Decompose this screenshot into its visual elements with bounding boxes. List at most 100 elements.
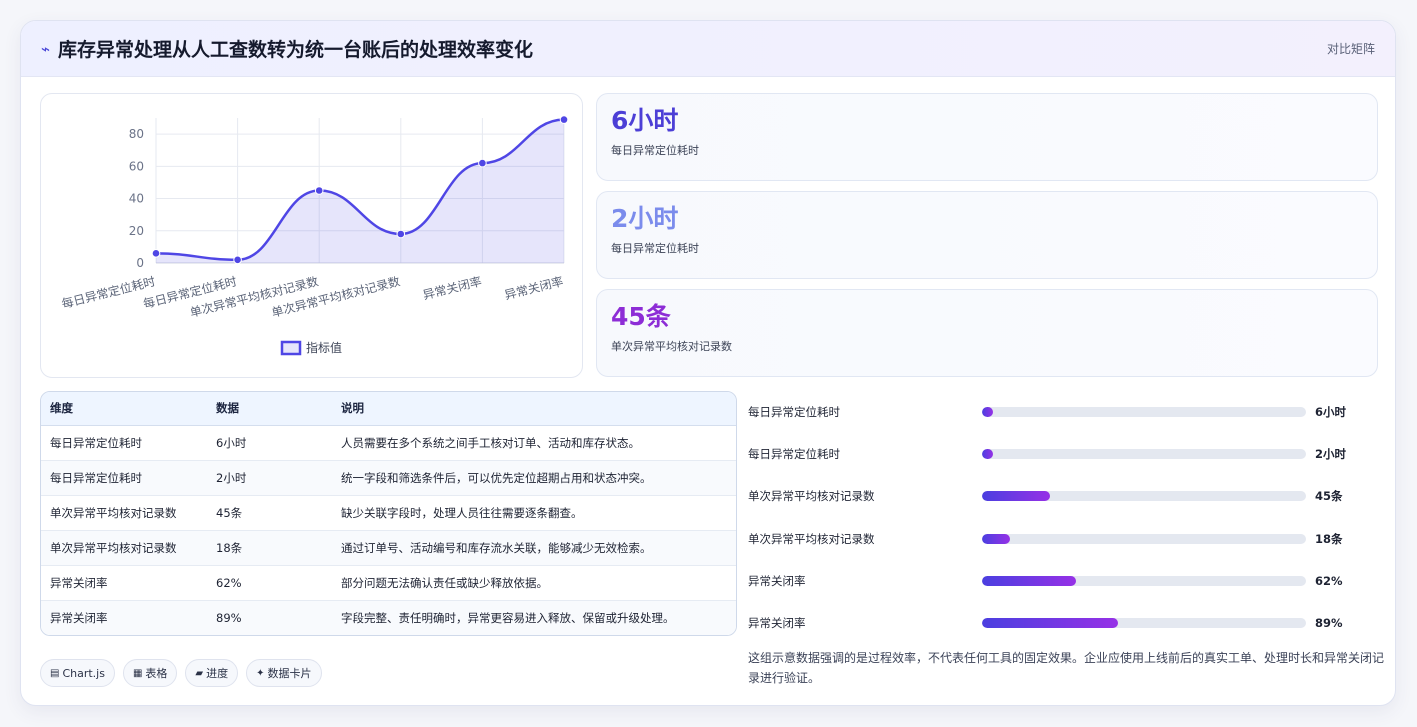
table-cell: 单次异常平均核对记录数 <box>41 495 207 531</box>
progress-row: 每日异常定位耗时 2小时 <box>748 433 1388 475</box>
page-title: 库存异常处理从人工查数转为统一台账后的处理效率变化 <box>58 39 534 61</box>
chip-label: Chart.js <box>62 666 105 680</box>
y-tick-label: 20 <box>129 224 144 238</box>
chip-label: 进度 <box>206 667 229 680</box>
data-point <box>314 186 324 195</box>
table-cell: 字段完整、责任明确时，异常更容易进入释放、保留或升级处理。 <box>332 600 736 635</box>
table-cell: 18条 <box>207 530 332 566</box>
table-cell: 45条 <box>207 495 332 531</box>
progress-value: 45条 <box>1315 489 1343 504</box>
y-tick-label: 40 <box>129 192 144 206</box>
table-cell: 统一字段和筛选条件后，可以优先定位超期占用和状态冲突。 <box>332 460 736 496</box>
data-point <box>559 115 569 124</box>
progress-track <box>982 407 1306 418</box>
column-header: 维度 <box>41 392 207 426</box>
progress-label: 单次异常平均核对记录数 <box>748 489 875 504</box>
progress-row: 异常关闭率 62% <box>748 560 1388 602</box>
table-row: 异常关闭率 62% 部分问题无法确认责任或缺少释放依据。 <box>41 565 736 601</box>
progress-row: 单次异常平均核对记录数 45条 <box>748 475 1388 517</box>
progress-track <box>982 491 1306 502</box>
progress-row: 单次异常平均核对记录数 18条 <box>748 518 1388 560</box>
table-cell: 每日异常定位耗时 <box>41 460 207 496</box>
progress-track <box>982 575 1306 586</box>
progress-track <box>982 618 1306 629</box>
x-tick-label: 每日异常定位耗时 <box>60 273 157 311</box>
progress-fill <box>982 407 994 418</box>
chip-label: 数据卡片 <box>267 667 312 680</box>
progress-value: 2小时 <box>1315 447 1347 462</box>
progress-fill <box>982 449 994 460</box>
column-header: 数据 <box>207 392 332 426</box>
kpi-card: 6小时 每日异常定位耗时 <box>596 93 1378 181</box>
progress-value: 62% <box>1315 573 1343 588</box>
progress-row: 每日异常定位耗时 6小时 <box>748 391 1388 433</box>
legend-swatch <box>280 340 302 356</box>
data-point <box>478 158 487 168</box>
progress-value: 6小时 <box>1315 405 1347 420</box>
progress-value: 89% <box>1315 616 1343 631</box>
progress-label: 每日异常定位耗时 <box>748 405 840 420</box>
kpi-label: 每日异常定位耗时 <box>611 144 699 157</box>
panel-header: ⌁ 库存异常处理从人工查数转为统一台账后的处理效率变化 对比矩阵 <box>21 21 1395 77</box>
kpi-label: 每日异常定位耗时 <box>611 242 699 255</box>
chart-icon: ▤ <box>50 667 60 679</box>
table-cell: 单次异常平均核对记录数 <box>41 530 207 566</box>
trend-icon: ⌁ <box>41 39 51 58</box>
chip-data-card[interactable]: ✦ 数据卡片 <box>246 659 322 687</box>
x-tick-label: 异常关闭率 <box>503 273 565 302</box>
kpi-value: 45条 <box>611 302 671 331</box>
progress-icon: ▰ <box>195 667 204 679</box>
kpi-value: 2小时 <box>611 204 679 233</box>
table-row: 单次异常平均核对记录数 18条 通过订单号、活动编号和库存流水关联，能够减少无效… <box>41 530 736 566</box>
table-row: 异常关闭率 89% 字段完整、责任明确时，异常更容易进入释放、保留或升级处理。 <box>41 600 736 635</box>
kpi-value: 6小时 <box>611 106 679 135</box>
progress-track <box>982 449 1306 460</box>
table-icon: ▦ <box>132 667 143 679</box>
progress-track <box>982 533 1306 544</box>
data-point <box>396 229 406 239</box>
table-cell: 通过订单号、活动编号和库存流水关联，能够减少无效检索。 <box>332 530 736 566</box>
y-tick-label: 60 <box>129 159 144 173</box>
table-cell: 异常关闭率 <box>41 565 207 601</box>
line-chart: 020406080每日异常定位耗时每日异常定位耗时单次异常平均核对记录数单次异常… <box>60 115 569 356</box>
table-row: 单次异常平均核对记录数 45条 缺少关联字段时，处理人员往往需要逐条翻查。 <box>41 495 736 531</box>
progress-value: 18条 <box>1315 531 1343 546</box>
tag-chips: ▤ Chart.js ▦ 表格 ▰ 进度 ✦ 数据卡片 <box>40 659 322 687</box>
chip-chartjs[interactable]: ▤ Chart.js <box>40 659 115 687</box>
progress-label: 异常关闭率 <box>748 573 806 588</box>
chip-table[interactable]: ▦ 表格 <box>122 659 178 687</box>
y-tick-label: 80 <box>129 127 144 141</box>
table-cell: 人员需要在多个系统之间手工核对订单、活动和库存状态。 <box>332 425 736 461</box>
column-header: 说明 <box>332 392 736 426</box>
progress-row: 异常关闭率 89% <box>748 602 1388 644</box>
progress-fill <box>982 575 1076 586</box>
progress-label: 单次异常平均核对记录数 <box>748 531 875 546</box>
chip-progress[interactable]: ▰ 进度 <box>185 659 239 687</box>
sparkle-icon: ✦ <box>256 667 265 679</box>
table-cell: 62% <box>207 565 332 601</box>
kpi-card: 45条 单次异常平均核对记录数 <box>596 289 1378 377</box>
table-cell: 6小时 <box>207 425 332 461</box>
series-area <box>156 119 564 263</box>
data-table: 维度 数据 说明 每日异常定位耗时 6小时 人员需要在多个系统之间手工核对订单、… <box>40 391 737 636</box>
progress-fill <box>982 491 1051 502</box>
table-row: 每日异常定位耗时 6小时 人员需要在多个系统之间手工核对订单、活动和库存状态。 <box>41 425 736 461</box>
table-cell: 异常关闭率 <box>41 600 207 635</box>
dashboard-panel: ⌁ 库存异常处理从人工查数转为统一台账后的处理效率变化 对比矩阵 0 20 40 60… <box>20 20 1396 706</box>
legend-label: 指标值 <box>306 340 342 355</box>
table-row: 每日异常定位耗时 2小时 统一字段和筛选条件后，可以优先定位超期占用和状态冲突。 <box>41 460 736 496</box>
progress-list: 每日异常定位耗时 6小时 每日异常定位耗时 2小时 单次异常平均核对记录数 45… <box>748 391 1388 644</box>
progress-label: 每日异常定位耗时 <box>748 447 840 462</box>
table-cell: 89% <box>207 600 332 635</box>
table-cell: 缺少关联字段时，处理人员往往需要逐条翻查。 <box>332 495 736 531</box>
kpi-label: 单次异常平均核对记录数 <box>611 340 732 353</box>
data-point <box>233 255 242 265</box>
progress-fill <box>982 618 1119 629</box>
progress-fill <box>982 533 1010 544</box>
view-mode-label[interactable]: 对比矩阵 <box>1327 40 1375 57</box>
progress-label: 异常关闭率 <box>748 616 806 631</box>
kpi-card: 2小时 每日异常定位耗时 <box>596 191 1378 279</box>
table-header-row: 维度 数据 说明 <box>41 392 736 426</box>
table-cell: 2小时 <box>207 460 332 496</box>
x-tick-label: 异常关闭率 <box>421 273 483 302</box>
